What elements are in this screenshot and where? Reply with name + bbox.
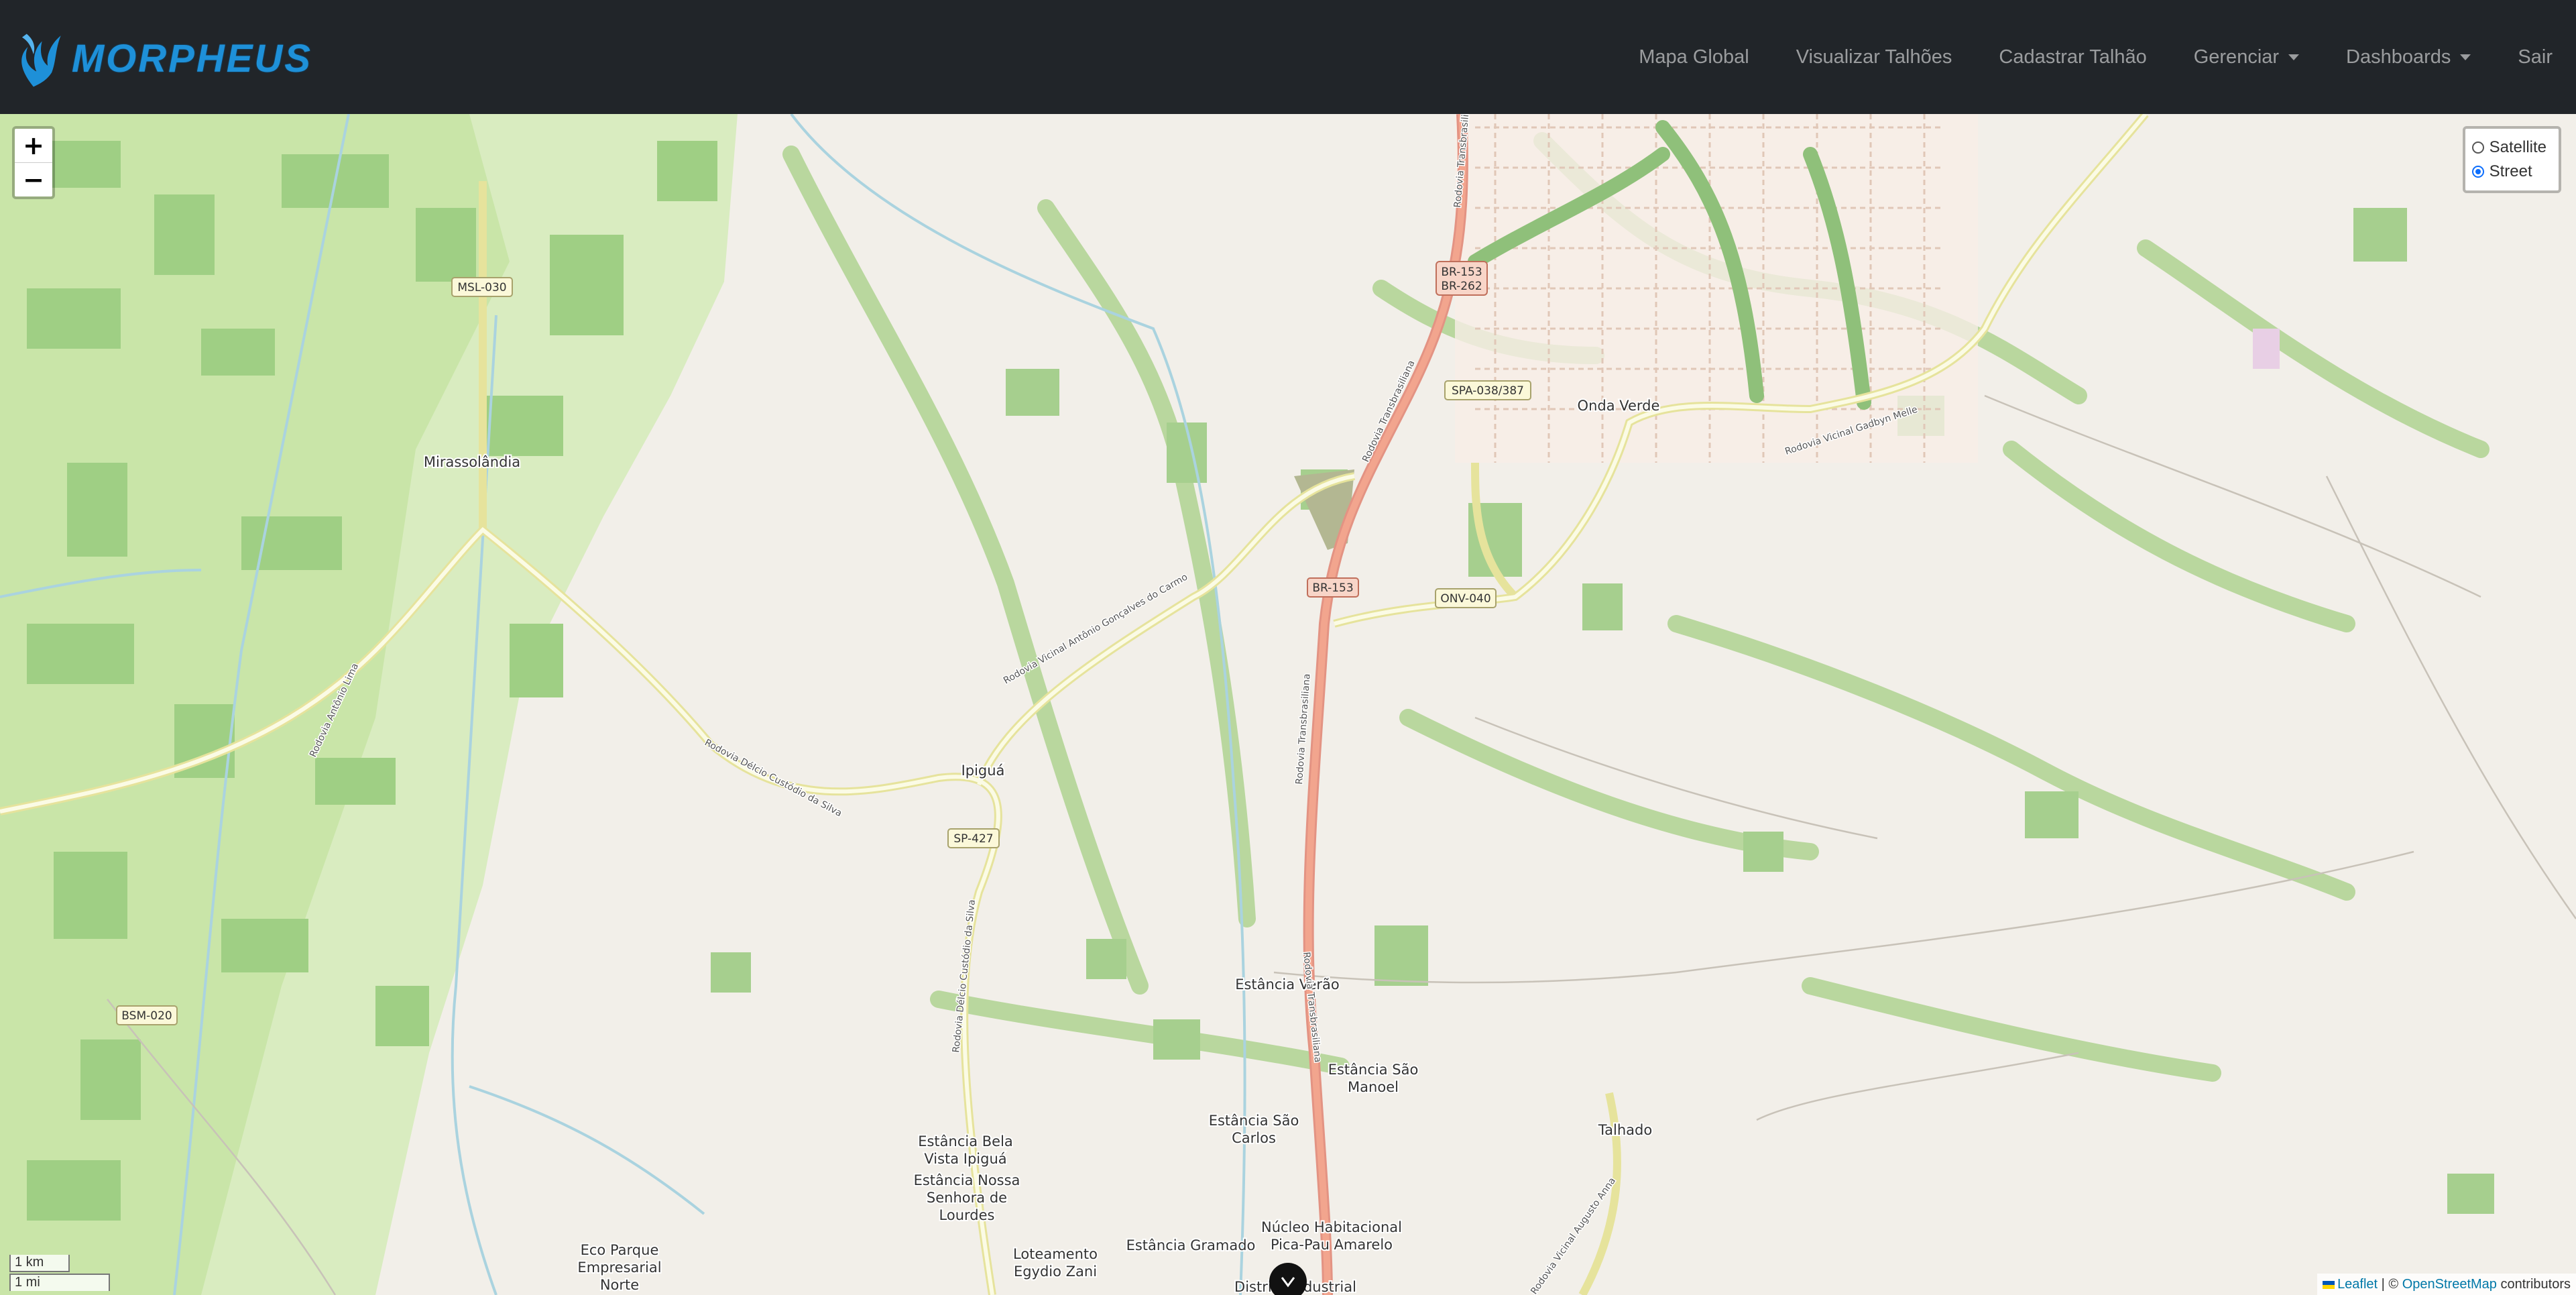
brand-logo[interactable]: MORPHEUS bbox=[11, 15, 312, 102]
caret-down-icon bbox=[2288, 54, 2300, 60]
satellite-radio[interactable] bbox=[2471, 142, 2484, 154]
layer-label-street: Street bbox=[2489, 162, 2532, 180]
scale-imperial: 1 mi bbox=[9, 1274, 110, 1291]
layer-option-street[interactable]: Street bbox=[2471, 160, 2546, 184]
layer-option-satellite[interactable]: Satellite bbox=[2471, 135, 2546, 160]
zoom-out-button[interactable]: − bbox=[15, 163, 52, 196]
nav-visualizar-talhoes[interactable]: Visualizar Talhões bbox=[1773, 46, 1976, 68]
chevron-down-icon bbox=[1281, 1277, 1295, 1288]
phoenix-logo-icon bbox=[21, 34, 61, 87]
attribution-separator: | © bbox=[2378, 1277, 2402, 1292]
leaflet-link[interactable]: Leaflet bbox=[2337, 1277, 2378, 1292]
layer-label-satellite: Satellite bbox=[2489, 138, 2546, 156]
ukraine-flag-icon bbox=[2323, 1280, 2335, 1289]
navbar: MORPHEUS Mapa Global Visualizar Talhões … bbox=[0, 0, 2576, 114]
attribution-suffix: contributors bbox=[2496, 1277, 2571, 1292]
nav-gerenciar-dropdown[interactable]: Gerenciar bbox=[2170, 46, 2323, 68]
caret-down-icon bbox=[2460, 54, 2471, 60]
map-tiles[interactable] bbox=[0, 114, 2576, 1295]
layer-control: Satellite Street bbox=[2462, 126, 2561, 193]
osm-link[interactable]: OpenStreetMap bbox=[2402, 1277, 2497, 1292]
map-attribution: Leaflet | © OpenStreetMap contributors bbox=[2317, 1274, 2576, 1295]
map-marker[interactable] bbox=[1269, 1263, 1307, 1295]
street-radio[interactable] bbox=[2471, 166, 2484, 178]
map-view[interactable]: Mirassolândia Onda Verde Ipiguá Estância… bbox=[0, 114, 2576, 1295]
nav-sair[interactable]: Sair bbox=[2494, 46, 2576, 68]
nav-links: Mapa Global Visualizar Talhões Cadastrar… bbox=[1615, 0, 2576, 114]
scale-metric: 1 km bbox=[9, 1255, 70, 1272]
zoom-in-button[interactable]: + bbox=[15, 129, 52, 163]
brand-name: MORPHEUS bbox=[71, 36, 312, 80]
nav-cadastrar-talhao[interactable]: Cadastrar Talhão bbox=[1975, 46, 2170, 68]
nav-dashboards-dropdown[interactable]: Dashboards bbox=[2323, 46, 2494, 68]
nav-mapa-global[interactable]: Mapa Global bbox=[1615, 46, 1772, 68]
zoom-control: + − bbox=[12, 126, 55, 199]
scale-bar: 1 km 1 mi bbox=[9, 1255, 110, 1291]
